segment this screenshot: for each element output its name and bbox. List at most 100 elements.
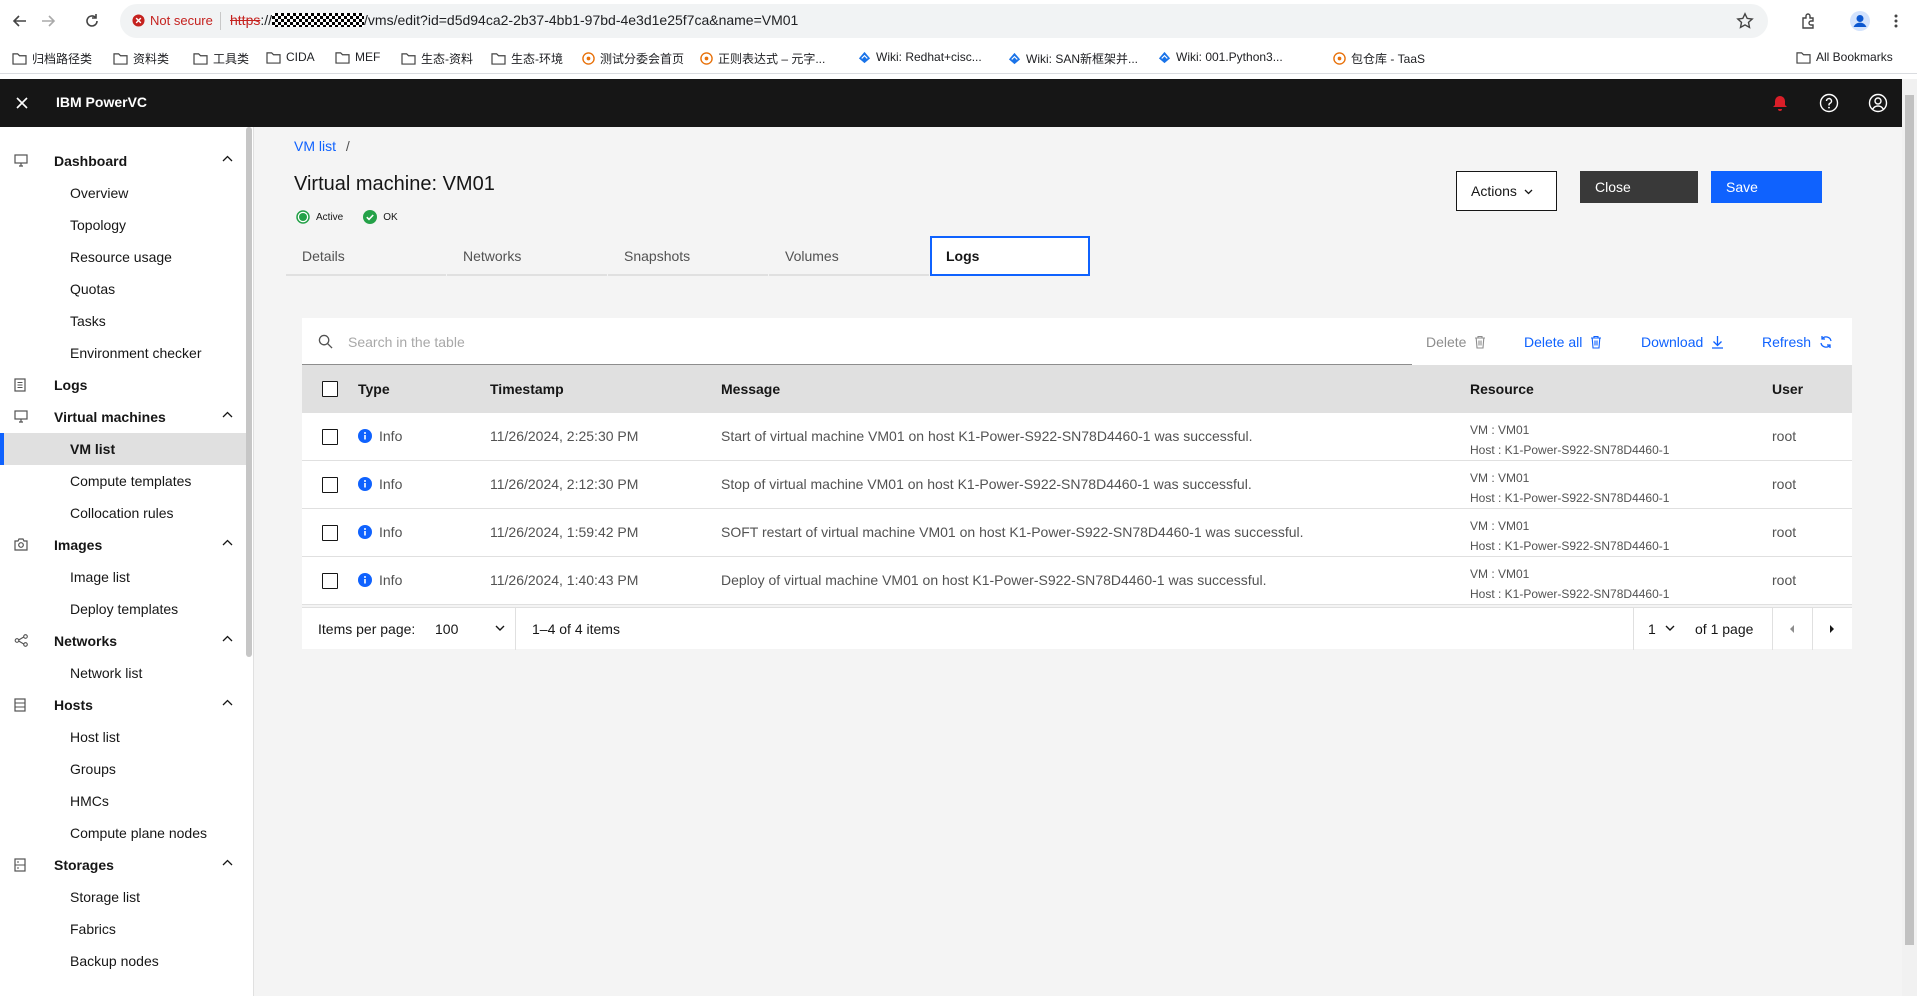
table-toolbar: Search in the table Delete Delete all Do… xyxy=(302,318,1852,365)
sidebar-group-logs[interactable]: Logs xyxy=(0,369,246,401)
refresh-button[interactable]: Refresh xyxy=(1762,334,1833,350)
page-select[interactable]: 1 xyxy=(1648,621,1688,637)
table-search-input[interactable]: Search in the table xyxy=(302,318,1412,365)
download-button[interactable]: Download xyxy=(1641,334,1724,350)
close-button[interactable]: Close xyxy=(1580,171,1698,203)
sidebar-item-tasks[interactable]: Tasks xyxy=(0,305,250,337)
chevron-up-icon[interactable] xyxy=(222,699,233,706)
actions-button[interactable]: Actions xyxy=(1456,171,1557,211)
bookmark-item[interactable]: 生态-环境 xyxy=(491,50,563,67)
close-menu-icon[interactable] xyxy=(0,79,44,127)
bookmark-item[interactable]: 生态-资料 xyxy=(401,50,473,67)
bookmark-item[interactable]: 包仓库 - TaaS xyxy=(1333,50,1425,67)
select-all-checkbox[interactable] xyxy=(322,381,338,397)
notification-bell-icon[interactable] xyxy=(1768,91,1792,115)
row-checkbox[interactable] xyxy=(322,525,338,541)
sidebar-group-images[interactable]: Images xyxy=(0,529,246,561)
sidebar-item-hmcs[interactable]: HMCs xyxy=(0,785,250,817)
sidebar-item-groups[interactable]: Groups xyxy=(0,753,250,785)
table-row[interactable]: Info 11/26/2024, 2:25:30 PM Start of virtu… xyxy=(302,413,1852,461)
url-text[interactable]: https:///vms/edit?id=d5d94ca2-2b37-4bb1-… xyxy=(230,12,798,28)
bookmark-star-icon[interactable] xyxy=(1736,12,1754,30)
sidebar-item-resource-usage[interactable]: Resource usage xyxy=(0,241,250,273)
folder-icon xyxy=(401,52,416,65)
tab-volumes[interactable]: Volumes xyxy=(769,236,929,276)
chevron-up-icon[interactable] xyxy=(222,635,233,642)
row-checkbox[interactable] xyxy=(322,429,338,445)
sidebar-item-host-list[interactable]: Host list xyxy=(0,721,250,753)
table-row[interactable]: Info 11/26/2024, 1:40:43 PM Deploy of virt… xyxy=(302,557,1852,605)
bookmark-item[interactable]: 测试分委会首页 xyxy=(582,50,684,67)
previous-page-icon[interactable] xyxy=(1788,624,1796,634)
bookmark-item[interactable]: 正则表达式 – 元字... xyxy=(700,50,825,67)
sidebar-item-deploy-templates[interactable]: Deploy templates xyxy=(0,593,250,625)
tab-networks[interactable]: Networks xyxy=(447,236,607,276)
back-arrow-icon[interactable] xyxy=(7,8,33,34)
sidebar-item-compute-plane-nodes[interactable]: Compute plane nodes xyxy=(0,817,250,849)
bookmark-item[interactable]: 工具类 xyxy=(193,50,249,67)
sidebar-item-fabrics[interactable]: Fabrics xyxy=(0,913,250,945)
app-title[interactable]: IBM PowerVC xyxy=(56,94,147,110)
sidebar-item-network-list[interactable]: Network list xyxy=(0,657,250,689)
column-header-type[interactable]: Type xyxy=(358,381,390,397)
sidebar-group-dashboard[interactable]: Dashboard xyxy=(0,145,246,177)
more-menu-icon[interactable] xyxy=(1883,8,1909,34)
address-bar[interactable]: Not secure https:///vms/edit?id=d5d94ca2… xyxy=(120,4,1768,38)
delete-button[interactable]: Delete xyxy=(1426,334,1486,350)
items-per-page-select[interactable]: 100 xyxy=(435,621,517,637)
sidebar-item-quotas[interactable]: Quotas xyxy=(0,273,250,305)
bookmark-item[interactable]: Wiki: 001.Python3... xyxy=(1158,50,1283,64)
all-bookmarks[interactable]: All Bookmarks xyxy=(1796,50,1893,64)
sidebar-item-storage-list[interactable]: Storage list xyxy=(0,881,250,913)
delete-all-button[interactable]: Delete all xyxy=(1524,334,1602,350)
sidebar-item-vm-list[interactable]: VM list xyxy=(0,433,250,465)
help-icon[interactable] xyxy=(1817,91,1841,115)
tab-logs[interactable]: Logs xyxy=(930,236,1090,276)
column-header-user[interactable]: User xyxy=(1772,381,1803,397)
table-row[interactable]: Info 11/26/2024, 2:12:30 PM Stop of virtua… xyxy=(302,461,1852,509)
chevron-up-icon[interactable] xyxy=(222,539,233,546)
sidebar-item-collocation-rules[interactable]: Collocation rules xyxy=(0,497,250,529)
extensions-icon[interactable] xyxy=(1796,8,1822,34)
column-header-message[interactable]: Message xyxy=(721,381,780,397)
tab-snapshots[interactable]: Snapshots xyxy=(608,236,768,276)
sidebar-item-overview[interactable]: Overview xyxy=(0,177,250,209)
sidebar-scrollbar[interactable] xyxy=(246,127,252,657)
sidebar-item-topology[interactable]: Topology xyxy=(0,209,250,241)
page-scrollbar[interactable] xyxy=(1902,79,1917,996)
tab-details[interactable]: Details xyxy=(286,236,446,276)
sidebar-item-compute-templates[interactable]: Compute templates xyxy=(0,465,250,497)
sidebar-group-storages[interactable]: Storages xyxy=(0,849,246,881)
sidebar-group-hosts[interactable]: Hosts xyxy=(0,689,246,721)
breadcrumb-vm-list[interactable]: VM list xyxy=(294,138,336,154)
bookmark-item[interactable]: 资料类 xyxy=(113,50,169,67)
reload-icon[interactable] xyxy=(79,8,105,34)
wiki-icon xyxy=(1008,52,1021,65)
bookmark-item[interactable]: CIDA xyxy=(266,50,315,64)
bookmark-item[interactable]: MEF xyxy=(335,50,380,64)
save-button[interactable]: Save xyxy=(1711,171,1822,203)
user-account-icon[interactable] xyxy=(1866,91,1890,115)
profile-avatar-icon[interactable] xyxy=(1847,8,1873,34)
row-checkbox[interactable] xyxy=(322,477,338,493)
bookmark-item[interactable]: Wiki: SAN新框架并... xyxy=(1008,50,1138,67)
column-header-timestamp[interactable]: Timestamp xyxy=(490,381,564,397)
next-page-icon[interactable] xyxy=(1828,624,1836,634)
row-checkbox[interactable] xyxy=(322,573,338,589)
sidebar-group-virtual-machines[interactable]: Virtual machines xyxy=(0,401,246,433)
sidebar-item-environment-checker[interactable]: Environment checker xyxy=(0,337,250,369)
chevron-up-icon[interactable] xyxy=(222,411,233,418)
sidebar-item-image-list[interactable]: Image list xyxy=(0,561,250,593)
bookmark-item[interactable]: 归档路径类 xyxy=(12,50,92,67)
bookmark-item[interactable]: Wiki: Redhat+cisc... xyxy=(858,50,982,64)
bookmark-label: CIDA xyxy=(286,50,315,64)
not-secure-label[interactable]: Not secure xyxy=(150,13,213,28)
sidebar-group-networks[interactable]: Networks xyxy=(0,625,246,657)
page-scrollbar-thumb[interactable] xyxy=(1905,95,1914,945)
sidebar-item-backup-nodes[interactable]: Backup nodes xyxy=(0,945,250,977)
forward-arrow-icon[interactable] xyxy=(35,8,61,34)
chevron-up-icon[interactable] xyxy=(222,155,233,162)
chevron-up-icon[interactable] xyxy=(222,859,233,866)
column-header-resource[interactable]: Resource xyxy=(1470,381,1534,397)
table-row[interactable]: Info 11/26/2024, 1:59:42 PM SOFT restart o… xyxy=(302,509,1852,557)
